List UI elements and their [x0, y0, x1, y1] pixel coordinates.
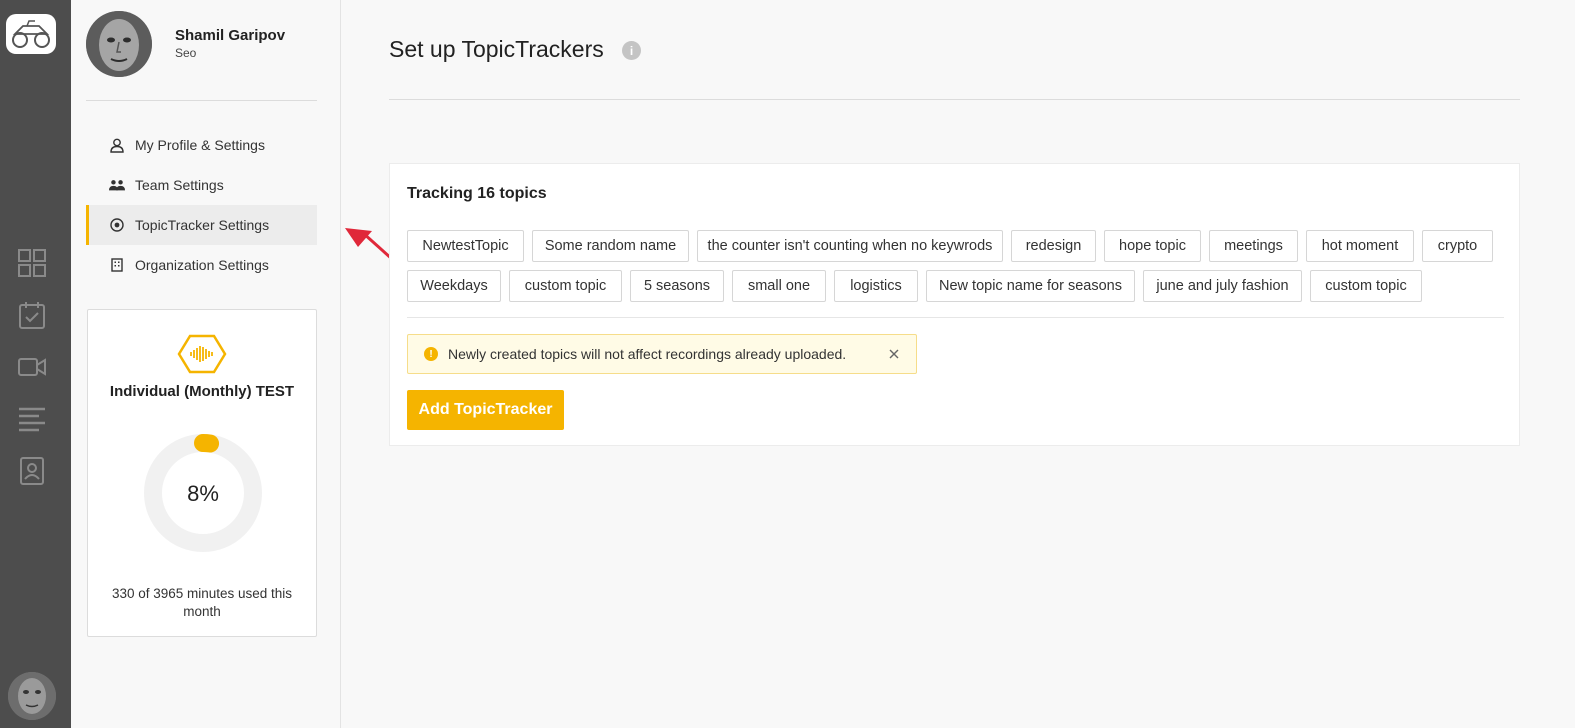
topic-tag[interactable]: Weekdays [407, 270, 501, 302]
usage-percent: 8% [187, 481, 219, 506]
list-lines-icon[interactable] [17, 404, 47, 434]
topic-tag[interactable]: hope topic [1104, 230, 1201, 262]
contacts-book-icon[interactable] [17, 456, 47, 486]
menu-item-topictracker-settings[interactable]: TopicTracker Settings [86, 205, 317, 245]
title-divider [389, 99, 1520, 100]
sidebar-divider [86, 100, 317, 101]
warning-info-icon: ! [424, 347, 438, 361]
menu-item-label: Team Settings [135, 177, 224, 193]
topic-tag[interactable]: the counter isn't counting when no keywr… [697, 230, 1003, 262]
main-content: Set up TopicTrackers i Tracking 16 topic… [341, 0, 1575, 728]
menu-item-organization-settings[interactable]: Organization Settings [86, 245, 317, 285]
rail-user-avatar[interactable] [8, 672, 56, 720]
menu-item-label: TopicTracker Settings [135, 217, 270, 233]
topic-tag[interactable]: june and july fashion [1143, 270, 1302, 302]
menu-item-label: Organization Settings [135, 257, 269, 273]
topic-tag[interactable]: NewtestTopic [407, 230, 524, 262]
user-name: Shamil Garipov [175, 27, 286, 44]
topic-tag[interactable]: custom topic [1310, 270, 1422, 302]
usage-text: 330 of 3965 minutes used this month [111, 586, 293, 619]
close-icon[interactable] [886, 346, 902, 362]
topic-tag[interactable]: Some random name [532, 230, 689, 262]
user-role: Seo [175, 46, 197, 60]
tracking-count-title: Tracking 16 topics [407, 185, 547, 202]
plan-name: Individual (Monthly) TEST [109, 383, 295, 400]
usage-donut: 8% [144, 434, 262, 552]
audio-wave-hexagon-icon [177, 334, 227, 374]
info-icon[interactable]: i [622, 41, 641, 60]
topic-tag[interactable]: hot moment [1306, 230, 1414, 262]
plan-usage-card: Individual (Monthly) TEST 8% 330 of 3965… [87, 309, 317, 637]
info-notice: ! Newly created topics will not affect r… [407, 334, 917, 374]
page-title: Set up TopicTrackers [389, 36, 604, 62]
user-avatar[interactable] [86, 11, 152, 77]
building-icon [109, 257, 125, 273]
topic-tag[interactable]: small one [732, 270, 826, 302]
notice-text: Newly created topics will not affect rec… [448, 346, 847, 362]
topic-tag[interactable]: 5 seasons [630, 270, 724, 302]
face-avatar-icon [86, 11, 152, 77]
target-icon [109, 217, 125, 233]
video-camera-icon[interactable] [17, 352, 47, 382]
topic-tag[interactable]: logistics [834, 270, 918, 302]
menu-item-team-settings[interactable]: Team Settings [86, 165, 317, 205]
app-rail [0, 0, 71, 728]
user-icon [109, 137, 125, 153]
topic-tracking-panel: Tracking 16 topics NewtestTopic Some ran… [389, 163, 1520, 446]
menu-item-my-profile[interactable]: My Profile & Settings [86, 125, 317, 165]
topic-tag[interactable]: New topic name for seasons [926, 270, 1135, 302]
dashboard-icon[interactable] [17, 248, 47, 278]
panel-divider [407, 317, 1504, 318]
topic-tag[interactable]: meetings [1209, 230, 1298, 262]
topic-tag[interactable]: redesign [1011, 230, 1096, 262]
topic-tag[interactable]: custom topic [509, 270, 622, 302]
settings-menu: My Profile & Settings Team Settings Topi… [86, 125, 317, 285]
topic-tag[interactable]: crypto [1422, 230, 1493, 262]
app-logo[interactable] [6, 14, 56, 54]
face-avatar-icon [8, 672, 56, 720]
settings-sidebar: Shamil Garipov Seo My Profile & Settings… [71, 0, 433, 728]
menu-item-label: My Profile & Settings [135, 137, 265, 153]
calendar-check-icon[interactable] [17, 300, 47, 330]
team-icon [109, 177, 125, 193]
add-topictracker-button[interactable]: Add TopicTracker [407, 390, 564, 430]
buggy-logo-icon [12, 20, 50, 48]
